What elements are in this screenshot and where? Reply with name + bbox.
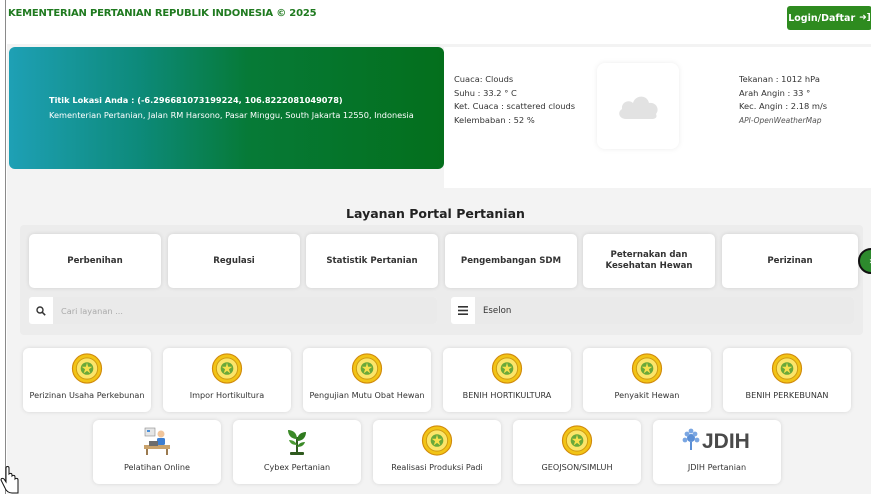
- card-label: Penyakit Hewan: [614, 390, 680, 400]
- kementan-emblem-icon: [422, 425, 453, 456]
- login-button[interactable]: Login/Daftar ➜]: [787, 6, 871, 30]
- service-card-pengujian-mutu-obat-hewan[interactable]: Pengujian Mutu Obat Hewan: [303, 348, 431, 412]
- weather-kec-angin: Kec. Angin : 2.18 m/s: [739, 101, 828, 111]
- cloud-icon: [619, 96, 658, 119]
- tab-pengembangan-sdm[interactable]: Pengembangan SDM: [445, 234, 577, 288]
- card-label: BENIH HORTIKULTURA: [462, 390, 552, 400]
- sign-in-icon: ➜]: [859, 13, 871, 23]
- jdih-logo-icon: JDIH: [682, 428, 750, 453]
- card-label: Impor Hortikultura: [189, 390, 265, 400]
- weather-card: Cuaca: Clouds Suhu : 33.2 ° C Ket. Cuaca…: [444, 47, 871, 188]
- tab-statistik-pertanian[interactable]: Statistik Pertanian: [306, 234, 438, 288]
- site-title: KEMENTERIAN PERTANIAN REPUBLIK INDONESIA…: [8, 8, 317, 19]
- card-label: JDIH Pertanian: [687, 462, 747, 472]
- weather-ket-cuaca: Ket. Cuaca : scattered clouds: [454, 101, 576, 111]
- online-training-icon: [144, 427, 170, 455]
- weather-kelembaban: Kelembaban : 52 %: [454, 114, 535, 125]
- weather-icon-box: [597, 63, 679, 149]
- eselon-select[interactable]: Eselon: [475, 297, 854, 324]
- kementan-emblem-icon: [632, 353, 663, 384]
- search-box: [29, 297, 437, 324]
- list-icon: [451, 306, 475, 315]
- api-credit: API-OpenWeatherMap: [739, 115, 822, 125]
- hand-cursor-icon: [0, 466, 19, 494]
- service-card-benih-perkebunan[interactable]: BENIH PERKEBUNAN: [723, 348, 851, 412]
- card-label: GEOJSON/SIMLUH: [541, 462, 613, 472]
- login-label: Login/Daftar: [788, 12, 856, 24]
- location-banner: Titik Lokasi Anda : (-6.296681073199224,…: [9, 47, 444, 169]
- card-label: Cybex Pertanian: [263, 462, 331, 472]
- service-card-benih-hortikultura[interactable]: BENIH HORTIKULTURA: [443, 348, 571, 412]
- kementan-emblem-icon: [352, 353, 383, 384]
- service-card-cybex-pertanian[interactable]: Cybex Pertanian: [233, 420, 361, 484]
- kementan-emblem-icon: [492, 353, 523, 384]
- service-card-realisasi-produksi-padi[interactable]: Realisasi Produksi Padi: [373, 420, 501, 484]
- jdih-logo-text: JDIH: [702, 430, 750, 453]
- card-label: Perizinan Usaha Perkebunan: [29, 390, 145, 400]
- weather-suhu: Suhu : 33.2 ° C: [454, 87, 517, 98]
- weather-wind: Tekanan : 1012 hPa Arah Angin : 33 ° Kec…: [739, 73, 827, 127]
- service-card-penyakit-hewan[interactable]: Penyakit Hewan: [583, 348, 711, 412]
- kementan-emblem-icon: [562, 425, 593, 456]
- kementan-emblem-icon: [72, 353, 103, 384]
- search-input[interactable]: [53, 297, 437, 324]
- card-label: Pengujian Mutu Obat Hewan: [309, 390, 425, 400]
- service-card-impor-hortikultura[interactable]: Impor Hortikultura: [163, 348, 291, 412]
- window-left-border: [0, 0, 6, 494]
- location-address: Kementerian Pertanian, Jalan RM Harsono,…: [49, 110, 414, 120]
- service-card-jdih-pertanian[interactable]: JDIH JDIH Pertanian: [653, 420, 781, 484]
- top-bar: KEMENTERIAN PERTANIAN REPUBLIK INDONESIA…: [7, 0, 871, 44]
- tab-peternakan-kesehatan-hewan[interactable]: Peternakan dan Kesehatan Hewan: [583, 234, 715, 288]
- kementan-emblem-icon: [212, 353, 243, 384]
- card-label: BENIH PERKEBUNAN: [745, 390, 829, 400]
- location-coordinates: Titik Lokasi Anda : (-6.296681073199224,…: [49, 95, 343, 105]
- card-label: Realisasi Produksi Padi: [391, 462, 483, 472]
- search-icon: [29, 305, 53, 316]
- plant-sprout-icon: [288, 430, 306, 455]
- kementan-emblem-icon: [772, 353, 803, 384]
- tab-perbenihan[interactable]: Perbenihan: [29, 234, 161, 288]
- tab-regulasi[interactable]: Regulasi: [168, 234, 300, 288]
- service-card-perizinan-usaha-perkebunan[interactable]: Perizinan Usaha Perkebunan: [23, 348, 151, 412]
- service-card-geojson-simluh[interactable]: GEOJSON/SIMLUH: [513, 420, 641, 484]
- eselon-filter[interactable]: Eselon: [451, 297, 854, 324]
- weather-arah-angin: Arah Angin : 33 °: [739, 87, 811, 98]
- weather-tekanan: Tekanan : 1012 hPa: [739, 74, 820, 84]
- services-title: Layanan Portal Pertanian: [346, 206, 525, 221]
- weather-cuaca: Cuaca: Clouds: [454, 74, 514, 84]
- service-card-pelatihan-online[interactable]: Pelatihan Online: [93, 420, 221, 484]
- tab-perizinan[interactable]: Perizinan: [722, 234, 858, 288]
- card-label: Pelatihan Online: [123, 462, 191, 472]
- weather-conditions: Cuaca: Clouds Suhu : 33.2 ° C Ket. Cuaca…: [454, 73, 575, 127]
